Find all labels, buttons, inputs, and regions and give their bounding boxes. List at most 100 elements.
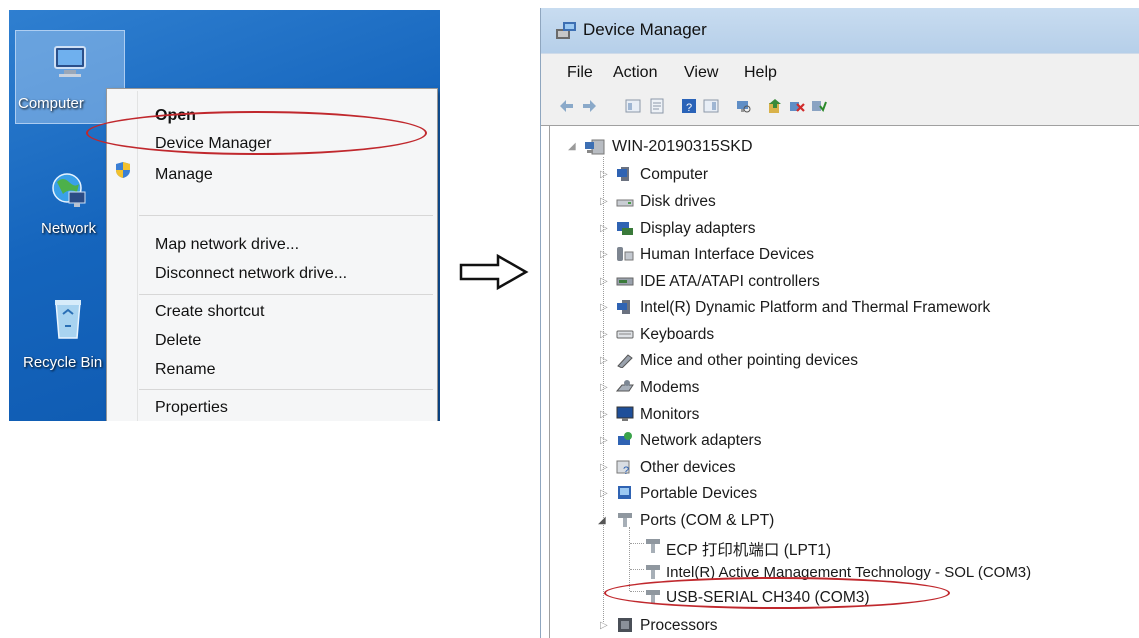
show-hide-console-tree-icon[interactable]	[625, 98, 641, 114]
expand-arrow-icon[interactable]: ▷	[600, 249, 608, 260]
port-icon	[646, 539, 660, 553]
tree-item-label: Mice and other pointing devices	[640, 352, 858, 369]
menu-item-properties[interactable]: Properties	[155, 399, 228, 417]
expand-arrow-icon[interactable]: ▷	[600, 329, 608, 340]
tree-root-label: WIN-20190315SKD	[612, 138, 753, 155]
menu-separator	[139, 294, 433, 295]
monitor-icon	[616, 406, 634, 421]
desktop-icon-label: Computer	[18, 95, 84, 112]
hid-icon	[617, 247, 634, 261]
expand-arrow-icon[interactable]: ▷	[600, 223, 608, 234]
menu-separator	[139, 215, 433, 216]
network-adapter-icon	[618, 432, 632, 445]
tree-item-label: Computer	[640, 166, 709, 183]
ide-controller-icon	[616, 277, 634, 286]
window-title: Device Manager	[583, 20, 707, 39]
tree-item-portable-devices[interactable]: ▷ Portable Devices	[596, 482, 1136, 506]
modem-icon	[616, 380, 634, 392]
device-manager-icon	[556, 22, 576, 39]
port-icon	[618, 513, 632, 527]
menu-item-manage[interactable]: Manage	[155, 166, 213, 184]
tree-item-network-adapters[interactable]: ▷ Network adapters	[596, 429, 1136, 453]
expand-arrow-icon[interactable]: ▷	[600, 488, 608, 499]
tree-item-label: Ports (COM & LPT)	[640, 512, 775, 529]
menu-item-disconnect-network-drive[interactable]: Disconnect network drive...	[155, 265, 347, 283]
tree-item-ports[interactable]: ◢ Ports (COM & LPT)	[596, 509, 1136, 533]
forward-arrow-icon[interactable]	[581, 98, 597, 114]
collapse-arrow-icon[interactable]: ◢	[568, 141, 576, 152]
enable-device-icon[interactable]	[811, 98, 827, 114]
intel-icon	[617, 300, 630, 314]
menu-help[interactable]: Help	[744, 64, 777, 82]
menu-action[interactable]: Action	[613, 64, 657, 82]
uninstall-device-icon[interactable]	[789, 98, 805, 114]
expand-arrow-icon[interactable]: ▷	[600, 276, 608, 287]
tree-guide-line	[629, 527, 630, 591]
expand-arrow-icon[interactable]: ▷	[600, 409, 608, 420]
tree-item-label: Human Interface Devices	[640, 246, 815, 263]
tree-item-ecp-lpt1[interactable]: ECP 打印机端口 (LPT1)	[644, 535, 1139, 559]
scan-hardware-icon[interactable]	[735, 98, 751, 114]
menu-view[interactable]: View	[684, 64, 718, 82]
menu-item-delete[interactable]: Delete	[155, 332, 201, 350]
right-arrow-icon	[459, 253, 529, 291]
tree-item-disk-drives[interactable]: ▷ Disk drives	[596, 190, 1136, 214]
desktop: Computer Network Recycle Bin Open Device…	[9, 10, 440, 421]
computer-icon	[54, 46, 86, 77]
tree-item-mice[interactable]: ▷ Mice and other pointing devices	[596, 349, 1136, 373]
expand-arrow-icon[interactable]: ▷	[600, 620, 608, 631]
tree-item-monitors[interactable]: ▷ Monitors	[596, 403, 1136, 427]
tree-item-intel-dynamic-platform[interactable]: ▷ Intel(R) Dynamic Platform and Thermal …	[596, 296, 1136, 320]
action-pane-icon[interactable]	[703, 98, 719, 114]
portable-device-icon	[618, 486, 631, 499]
desktop-icon-network[interactable]: Network	[15, 160, 115, 250]
tree-item-keyboards[interactable]: ▷ Keyboards	[596, 323, 1136, 347]
tree-item-label: Monitors	[640, 406, 700, 423]
menu-item-map-network-drive[interactable]: Map network drive...	[155, 236, 299, 254]
tree-item-label: ECP 打印机端口 (LPT1)	[666, 542, 832, 559]
other-devices-icon: ?	[616, 460, 630, 475]
menu-bar: File Action View Help	[541, 53, 1139, 90]
desktop-icon-recycle-bin[interactable]: Recycle Bin	[15, 290, 115, 380]
tree-item-ide-ata-atapi-controllers[interactable]: ▷ IDE ATA/ATAPI controllers	[596, 270, 1136, 294]
back-arrow-icon[interactable]	[559, 98, 575, 114]
tree-item-modems[interactable]: ▷ Modems	[596, 376, 1136, 400]
help-icon[interactable]: ?	[681, 98, 697, 114]
computer-icon	[585, 139, 605, 155]
keyboard-icon	[616, 330, 634, 339]
toolbar: ?	[541, 89, 1139, 126]
tree-item-label: Display adapters	[640, 220, 756, 237]
collapse-arrow-icon[interactable]: ◢	[598, 515, 606, 526]
tree-item-human-interface-devices[interactable]: ▷ Human Interface Devices	[596, 243, 1136, 267]
svg-text:?: ?	[686, 102, 692, 114]
shield-icon	[116, 162, 130, 178]
tree-item-label: Network adapters	[640, 432, 762, 449]
tree-item-label: Other devices	[640, 459, 736, 476]
menu-file[interactable]: File	[567, 64, 593, 82]
tree-root[interactable]: ◢ WIN-20190315SKD	[568, 135, 1128, 159]
expand-arrow-icon[interactable]: ▷	[600, 196, 608, 207]
tree-item-label: Portable Devices	[640, 485, 758, 502]
recycle-bin-icon	[55, 300, 81, 339]
menu-separator	[139, 389, 433, 390]
network-icon	[52, 173, 86, 207]
tree-item-computer[interactable]: ▷ Computer	[596, 163, 1136, 187]
expand-arrow-icon[interactable]: ▷	[600, 355, 608, 366]
properties-sheet-icon[interactable]	[649, 98, 665, 114]
tree-guide-line	[630, 569, 644, 570]
menu-item-rename[interactable]: Rename	[155, 361, 215, 379]
tree-item-display-adapters[interactable]: ▷ Display adapters	[596, 217, 1136, 241]
expand-arrow-icon[interactable]: ▷	[600, 169, 608, 180]
expand-arrow-icon[interactable]: ▷	[600, 302, 608, 313]
device-tree: ◢ WIN-20190315SKD ▷ Computer ▷ Disk driv…	[549, 125, 1139, 638]
expand-arrow-icon[interactable]: ▷	[600, 435, 608, 446]
tree-item-label: IDE ATA/ATAPI controllers	[640, 273, 820, 290]
expand-arrow-icon[interactable]: ▷	[600, 382, 608, 393]
tree-item-other-devices[interactable]: ▷ ? Other devices	[596, 456, 1136, 480]
tree-item-label: Disk drives	[640, 193, 716, 210]
expand-arrow-icon[interactable]: ▷	[600, 462, 608, 473]
tree-item-label: Intel(R) Dynamic Platform and Thermal Fr…	[640, 299, 991, 316]
tree-item-processors[interactable]: ▷ Processors	[596, 614, 1136, 638]
update-driver-icon[interactable]	[767, 98, 783, 114]
menu-item-create-shortcut[interactable]: Create shortcut	[155, 303, 264, 321]
